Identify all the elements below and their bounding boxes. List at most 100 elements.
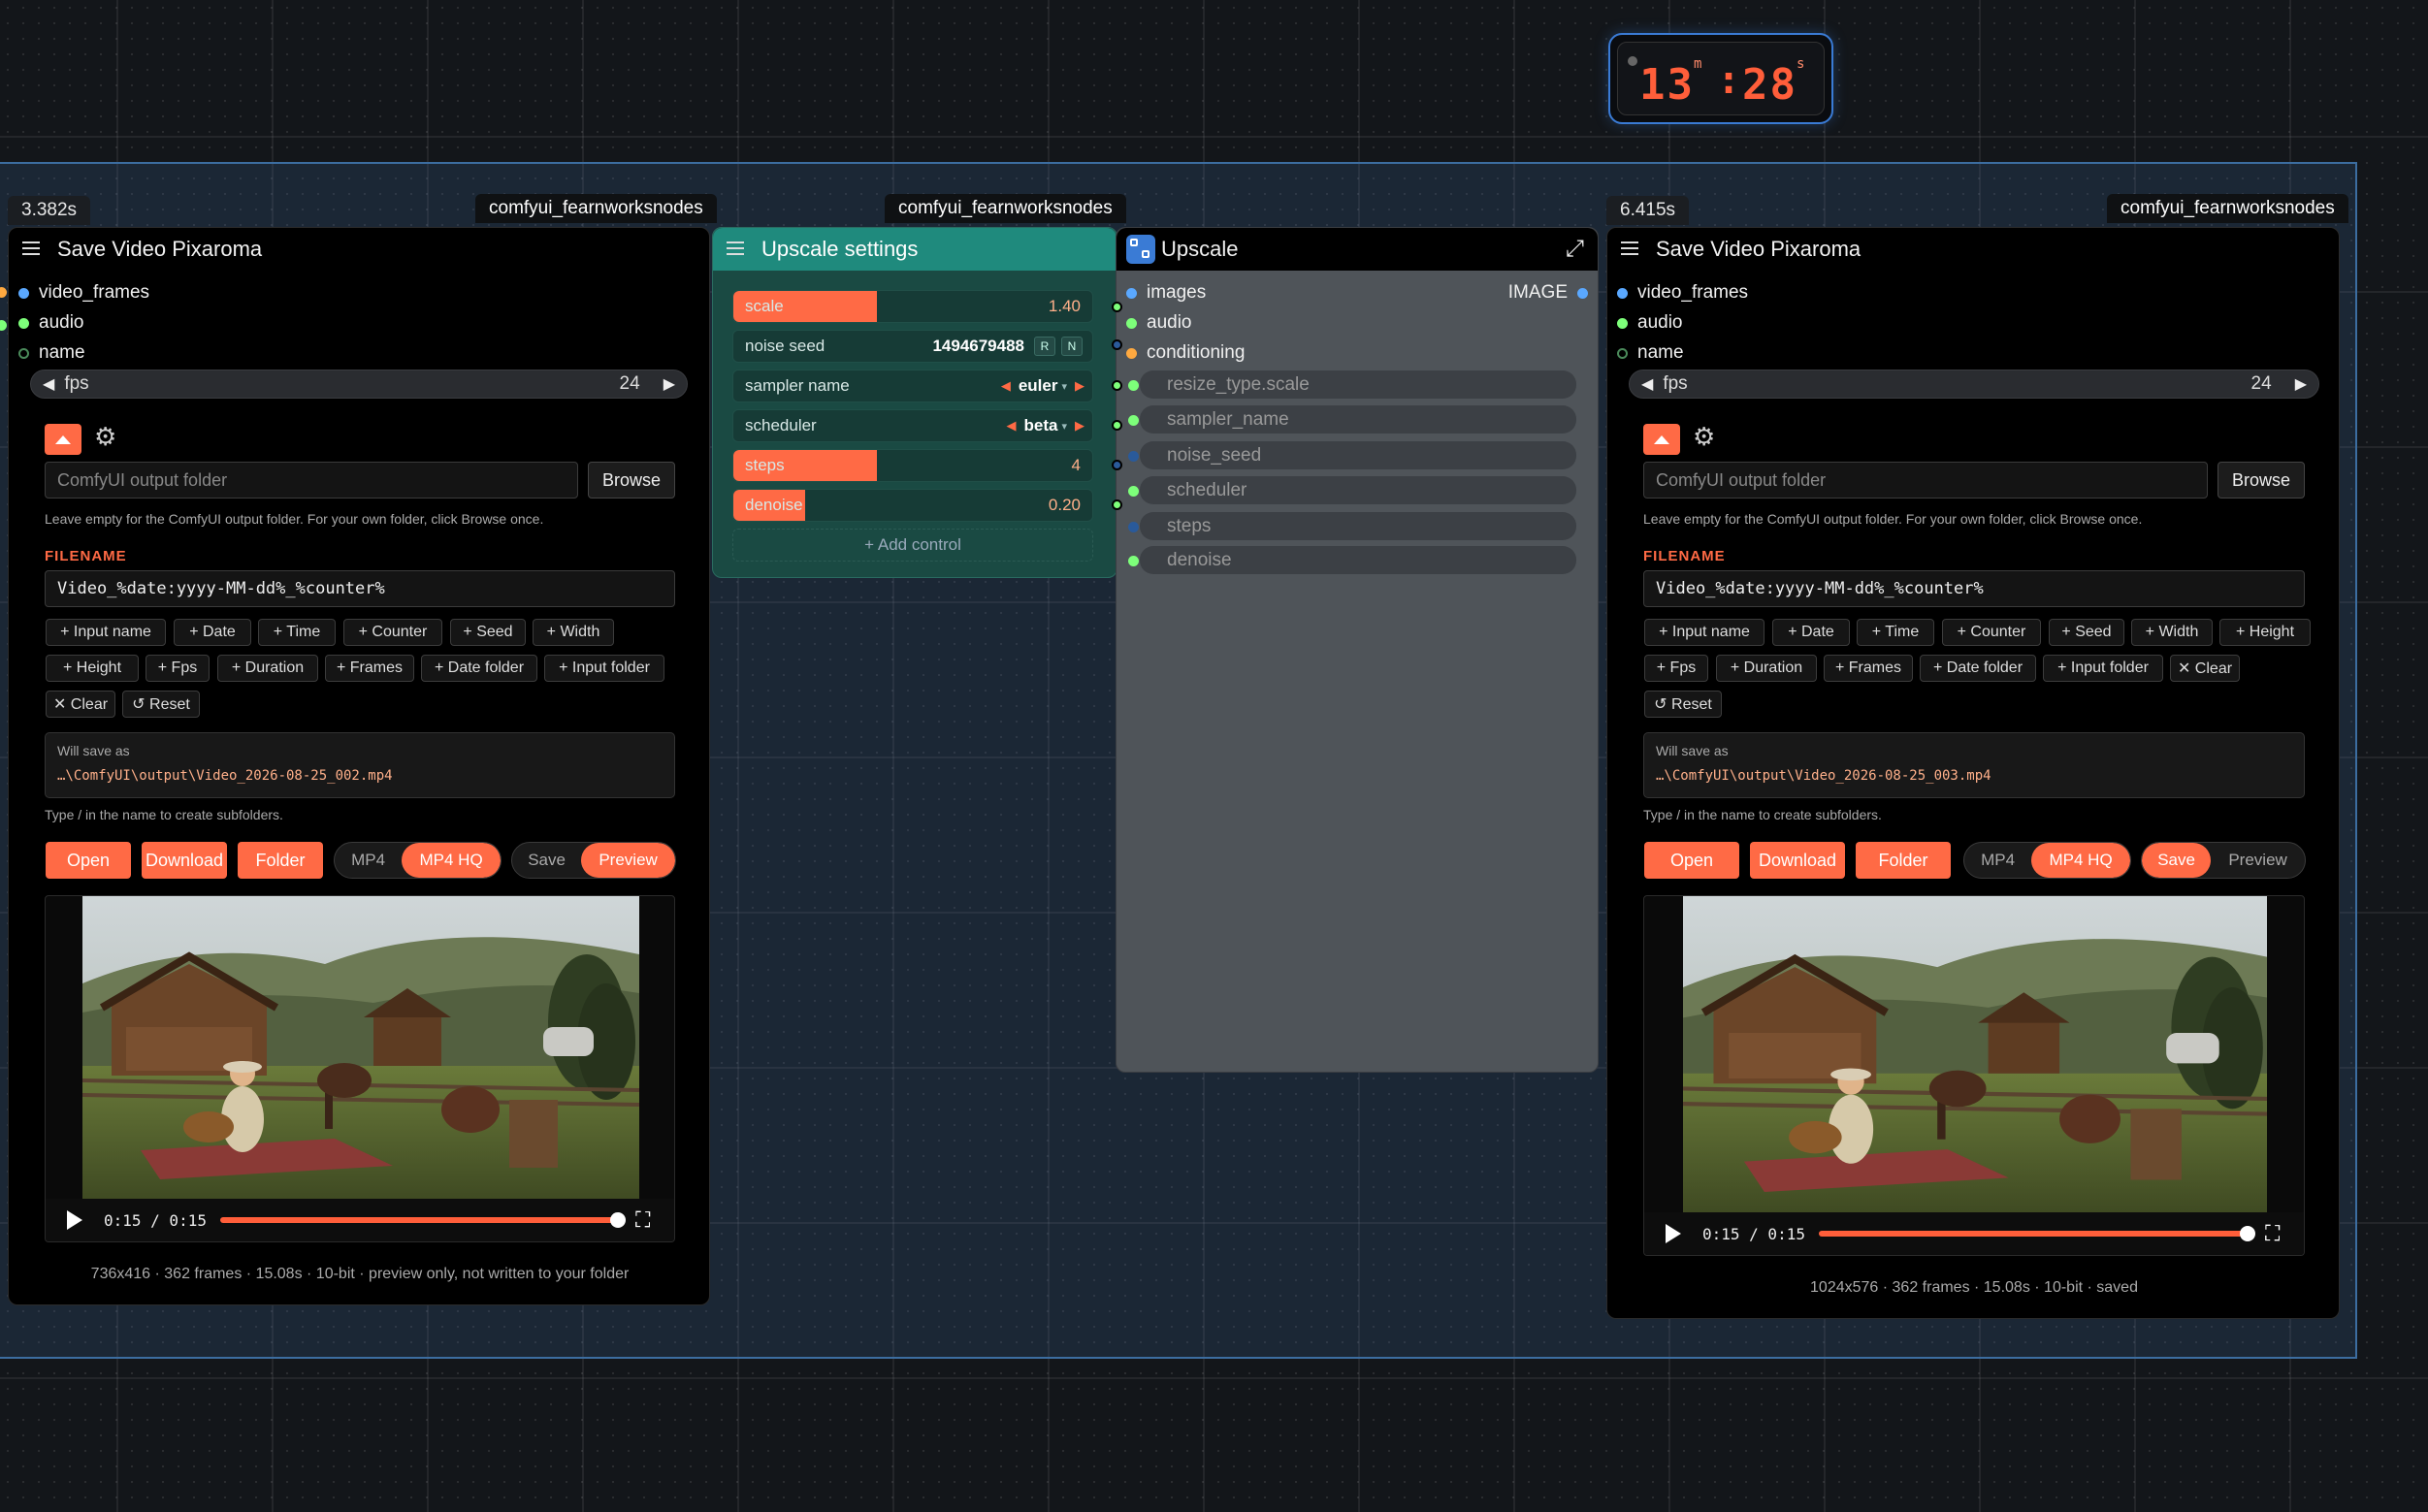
chip-time[interactable]: + Time (1857, 619, 1934, 646)
chip-counter[interactable]: + Counter (1942, 619, 2041, 646)
increment-arrow-icon[interactable]: ▶ (664, 374, 675, 394)
play-icon[interactable] (1666, 1224, 1681, 1243)
sampler-name-select[interactable]: sampler name ◀ euler ▾ ▶ (732, 370, 1093, 402)
link-socket-icon[interactable] (1112, 499, 1122, 510)
chip-date-folder[interactable]: + Date folder (421, 655, 537, 682)
right-filename-input[interactable]: Video_%date:yyyy-MM-dd%_%counter% (1643, 570, 2305, 607)
chip-clear[interactable]: ✕ Clear (2170, 655, 2240, 682)
widget-socket-icon[interactable] (1128, 556, 1139, 566)
left-mode-toggle[interactable]: Save Preview (511, 842, 676, 879)
chip-height[interactable]: + Height (46, 655, 139, 682)
progress-knob[interactable] (609, 1212, 626, 1228)
right-mode-toggle[interactable]: Save Preview (2141, 842, 2306, 879)
chip-date[interactable]: + Date (174, 619, 251, 646)
fullscreen-icon[interactable]: ⛶ (635, 1207, 650, 1233)
steps-slider[interactable]: steps 4 (732, 449, 1093, 482)
settings-title-bar[interactable]: Upscale settings (713, 228, 1117, 271)
chip-seed[interactable]: + Seed (450, 619, 526, 646)
left-filename-input[interactable]: Video_%date:yyyy-MM-dd%_%counter% (45, 570, 675, 607)
scale-slider[interactable]: scale 1.40 (732, 290, 1093, 323)
right-video-player[interactable]: 0:15 / 0:15 ⛶ (1643, 895, 2305, 1256)
conditioning-socket-icon[interactable] (1126, 347, 1137, 359)
decrement-arrow-icon[interactable]: ◀ (43, 374, 54, 394)
expand-icon[interactable]: ⤢ (1566, 236, 1584, 263)
upscale-input-conditioning[interactable]: conditioning (1126, 342, 1245, 364)
left-node-title-bar[interactable]: Save Video Pixaroma (9, 228, 709, 271)
chip-input-name[interactable]: + Input name (1644, 619, 1764, 646)
chip-frames[interactable]: + Frames (1824, 655, 1913, 682)
chip-reset[interactable]: ↺ Reset (1644, 691, 1722, 718)
chip-duration[interactable]: + Duration (1716, 655, 1817, 682)
left-input-audio[interactable]: audio (18, 312, 84, 334)
left-open-button[interactable]: Open (46, 842, 131, 879)
image-socket-icon[interactable] (1577, 287, 1588, 299)
chip-input-folder[interactable]: + Input folder (544, 655, 664, 682)
menu-icon[interactable] (1621, 241, 1642, 257)
left-browse-button[interactable]: Browse (588, 462, 675, 499)
menu-icon[interactable] (22, 241, 44, 257)
randomize-seed-button[interactable]: R (1034, 337, 1055, 356)
chip-reset[interactable]: ↺ Reset (122, 691, 200, 718)
video-progress-bar[interactable] (219, 1212, 626, 1228)
left-input-name[interactable]: name (18, 342, 85, 364)
string-socket-icon[interactable] (18, 347, 29, 359)
left-folder-button[interactable]: Folder (238, 842, 323, 879)
chip-width[interactable]: + Width (533, 619, 614, 646)
link-socket-icon[interactable] (1112, 460, 1122, 470)
link-socket-icon[interactable] (1112, 420, 1122, 431)
right-folder-button[interactable]: Folder (1856, 842, 1951, 879)
chip-duration[interactable]: + Duration (217, 655, 318, 682)
chip-frames[interactable]: + Frames (325, 655, 414, 682)
upscale-node[interactable]: Upscale ⤢ images audio conditioning IMAG… (1116, 227, 1599, 1073)
link-socket-icon[interactable] (1112, 380, 1122, 391)
link-socket-icon[interactable] (1112, 302, 1122, 312)
mode-preview-option[interactable]: Preview (581, 843, 675, 878)
prev-arrow-icon[interactable]: ◀ (1007, 418, 1017, 434)
chip-date-folder[interactable]: + Date folder (1920, 655, 2036, 682)
widget-socket-icon[interactable] (1128, 522, 1139, 532)
left-input-video-frames[interactable]: video_frames (18, 282, 149, 304)
chip-date[interactable]: + Date (1772, 619, 1850, 646)
collapse-up-button[interactable] (45, 424, 81, 455)
increment-arrow-icon[interactable]: ▶ (2295, 374, 2307, 394)
chip-height[interactable]: + Height (2219, 619, 2311, 646)
widget-steps[interactable]: steps (1140, 512, 1576, 540)
widget-socket-icon[interactable] (1128, 380, 1139, 391)
upscale-title-bar[interactable]: Upscale ⤢ (1117, 228, 1598, 271)
mode-save-option[interactable]: Save (2142, 843, 2212, 878)
scheduler-select[interactable]: scheduler ◀ beta ▾ ▶ (732, 409, 1093, 442)
chip-clear[interactable]: ✕ Clear (46, 691, 115, 718)
prev-arrow-icon[interactable]: ◀ (1001, 378, 1011, 394)
string-socket-icon[interactable] (1617, 347, 1628, 359)
chip-fps[interactable]: + Fps (146, 655, 210, 682)
right-browse-button[interactable]: Browse (2218, 462, 2305, 499)
video-progress-bar[interactable] (1818, 1226, 2255, 1241)
noise-seed-field[interactable]: noise seed 1494679488 R N (732, 330, 1093, 363)
widget-noise-seed[interactable]: noise_seed (1140, 441, 1576, 469)
left-output-folder-input[interactable]: ComfyUI output folder (45, 462, 578, 499)
format-mp4hq-option[interactable]: MP4 HQ (402, 843, 501, 878)
chip-time[interactable]: + Time (258, 619, 336, 646)
right-save-video-node[interactable]: Save Video Pixaroma video_frames audio n… (1606, 227, 2340, 1319)
widget-sampler-name[interactable]: sampler_name (1140, 405, 1576, 434)
chip-seed[interactable]: + Seed (2049, 619, 2124, 646)
chip-fps[interactable]: + Fps (1644, 655, 1708, 682)
decrement-arrow-icon[interactable]: ◀ (1641, 374, 1653, 394)
right-format-toggle[interactable]: MP4 MP4 HQ (1963, 842, 2131, 879)
widget-socket-icon[interactable] (1128, 486, 1139, 497)
mode-save-option[interactable]: Save (512, 843, 581, 878)
upscale-input-images[interactable]: images (1126, 282, 1206, 304)
widget-denoise[interactable]: denoise (1140, 546, 1576, 574)
right-input-audio[interactable]: audio (1617, 312, 1683, 334)
format-mp4-option[interactable]: MP4 (1964, 843, 2031, 878)
gear-icon[interactable]: ⚙ (94, 422, 116, 452)
left-save-video-node[interactable]: Save Video Pixaroma video_frames audio n… (8, 227, 710, 1305)
widget-socket-icon[interactable] (1128, 415, 1139, 426)
image-socket-icon[interactable] (18, 287, 29, 299)
audio-socket-icon[interactable] (18, 317, 29, 329)
left-download-button[interactable]: Download (142, 842, 227, 879)
new-seed-button[interactable]: N (1061, 337, 1083, 356)
denoise-slider[interactable]: denoise 0.20 (732, 489, 1093, 522)
format-mp4-option[interactable]: MP4 (335, 843, 402, 878)
upscale-output-image[interactable]: IMAGE (1508, 282, 1588, 304)
